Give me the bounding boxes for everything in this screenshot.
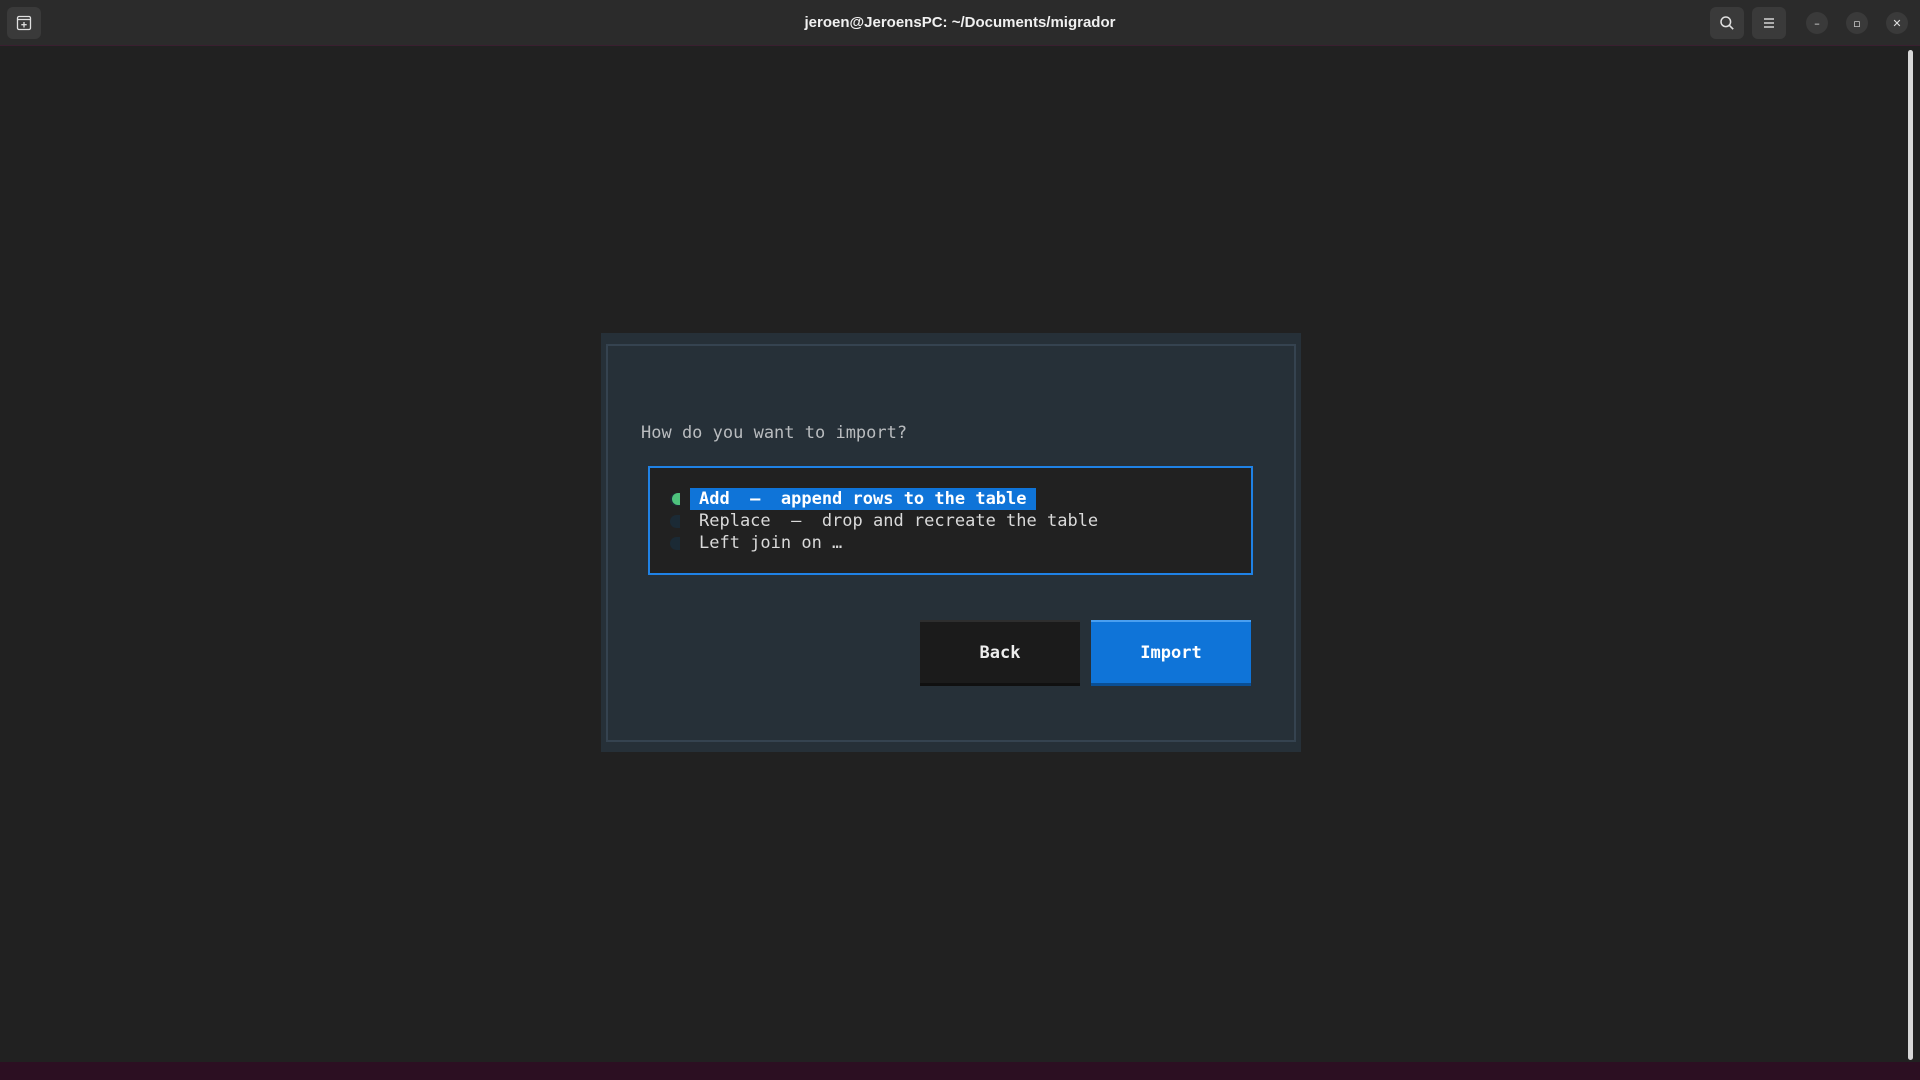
option-label: Replace — drop and recreate the table: [699, 511, 1099, 531]
minimize-button[interactable]: –: [1806, 12, 1828, 34]
option-label: Left join on …: [699, 533, 843, 553]
close-button[interactable]: ✕: [1886, 12, 1908, 34]
option-replace[interactable]: Replace — drop and recreate the table: [670, 510, 1107, 532]
maximize-icon: ▫: [1853, 16, 1861, 30]
search-button[interactable]: [1710, 7, 1744, 39]
search-icon: [1720, 16, 1734, 30]
title-bar: jeroen@JeroensPC: ~/Documents/migrador –…: [0, 0, 1920, 46]
radio-unselected-icon: [670, 536, 680, 550]
window-title: jeroen@JeroensPC: ~/Documents/migrador: [804, 14, 1116, 31]
radio-unselected-icon: [670, 514, 680, 528]
option-label: Add — append rows to the table: [690, 488, 1036, 510]
menu-button[interactable]: [1752, 7, 1786, 39]
hamburger-menu-icon: [1764, 18, 1774, 28]
option-add[interactable]: Add — append rows to the table: [670, 488, 1036, 510]
scrollbar[interactable]: [1908, 50, 1913, 1060]
terminal-window: jeroen@JeroensPC: ~/Documents/migrador –…: [0, 0, 1920, 1080]
close-icon: ✕: [1892, 16, 1902, 30]
radio-selected-icon: [670, 492, 680, 506]
dialog-question: How do you want to import?: [641, 423, 908, 443]
option-left-join[interactable]: Left join on …: [670, 532, 851, 554]
import-button[interactable]: Import: [1091, 620, 1251, 686]
back-button[interactable]: Back: [920, 620, 1080, 686]
minimize-icon: –: [1814, 16, 1820, 30]
maximize-button[interactable]: ▫: [1846, 12, 1868, 34]
